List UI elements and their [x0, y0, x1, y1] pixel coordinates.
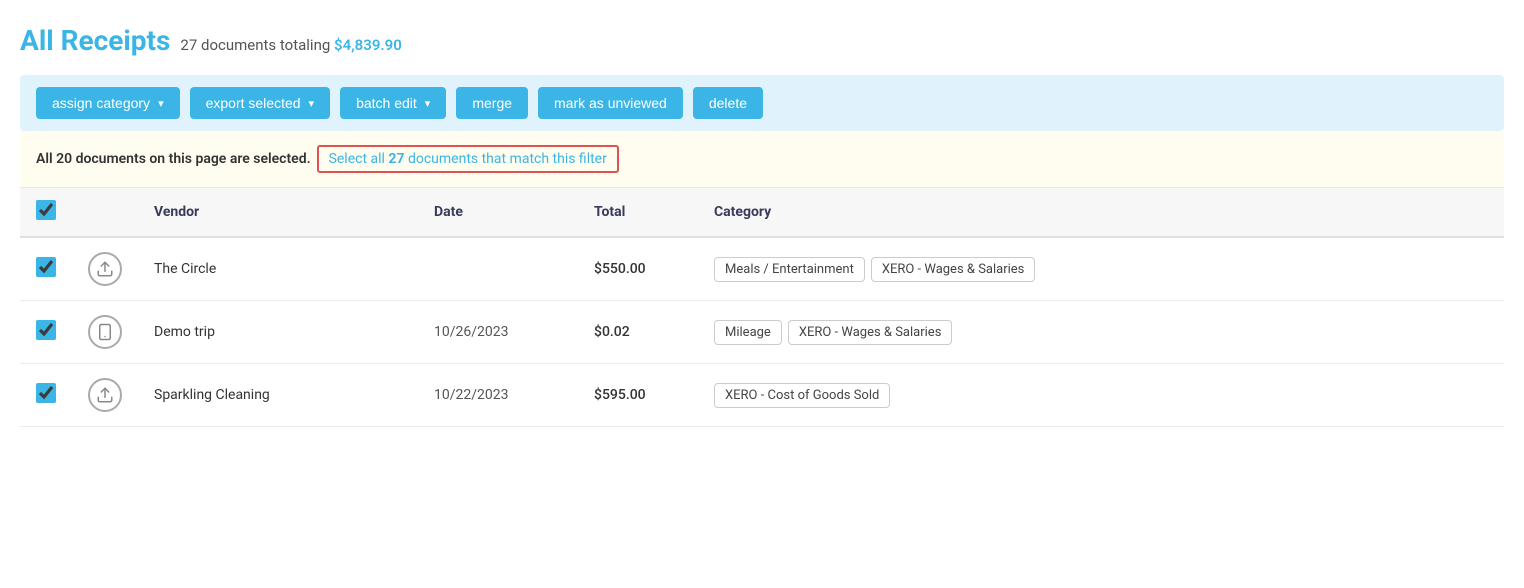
- table-row: Demo trip10/26/2023$0.02MileageXERO - Wa…: [20, 301, 1504, 364]
- row-icon-cell: [72, 301, 138, 364]
- row-checkbox-cell: [20, 364, 72, 427]
- total-amount: $4,839.90: [334, 36, 402, 54]
- row-2-checkbox[interactable]: [36, 383, 56, 403]
- row-checkbox-cell: [20, 237, 72, 301]
- category-tag[interactable]: XERO - Cost of Goods Sold: [714, 383, 890, 408]
- batch-edit-label: batch edit: [356, 95, 417, 111]
- page-header: All Receipts 27 documents totaling $4,83…: [20, 24, 1504, 57]
- category-tag[interactable]: Meals / Entertainment: [714, 257, 865, 282]
- upload-icon: [88, 252, 122, 286]
- row-date: [418, 237, 578, 301]
- selected-text: All 20 documents on this page are select…: [36, 151, 311, 167]
- select-all-count: 27: [388, 151, 404, 167]
- doc-label: documents totaling: [201, 36, 330, 54]
- row-categories: MileageXERO - Wages & Salaries: [698, 301, 1504, 364]
- mark-as-unviewed-button[interactable]: mark as unviewed: [538, 87, 683, 119]
- page-title: All Receipts: [20, 24, 170, 57]
- page-subtitle: 27 documents totaling $4,839.90: [180, 36, 401, 54]
- select-all-prefix: Select all: [329, 151, 389, 167]
- row-categories: XERO - Cost of Goods Sold: [698, 364, 1504, 427]
- row-checkbox-cell: [20, 301, 72, 364]
- row-date: 10/26/2023: [418, 301, 578, 364]
- doc-count: 27: [180, 36, 197, 54]
- row-total: $595.00: [578, 364, 698, 427]
- upload-icon: [88, 378, 122, 412]
- select-all-checkbox[interactable]: [36, 200, 56, 220]
- assign-category-dropdown-arrow: ▾: [158, 97, 164, 110]
- row-date: 10/22/2023: [418, 364, 578, 427]
- delete-label: delete: [709, 95, 747, 111]
- row-categories: Meals / EntertainmentXERO - Wages & Sala…: [698, 237, 1504, 301]
- merge-button[interactable]: merge: [456, 87, 528, 119]
- category-tag[interactable]: Mileage: [714, 320, 782, 345]
- table-row: Sparkling Cleaning10/22/2023$595.00 XERO …: [20, 364, 1504, 427]
- mark-as-unviewed-label: mark as unviewed: [554, 95, 667, 111]
- row-vendor[interactable]: The Circle: [138, 237, 418, 301]
- header-category: Category: [698, 188, 1504, 237]
- assign-category-button[interactable]: assign category ▾: [36, 87, 180, 119]
- row-total: $550.00: [578, 237, 698, 301]
- toolbar: assign category ▾ export selected ▾ batc…: [20, 75, 1504, 131]
- row-vendor[interactable]: Demo trip: [138, 301, 418, 364]
- export-selected-label: export selected: [206, 95, 301, 111]
- header-total: Total: [578, 188, 698, 237]
- header-vendor: Vendor: [138, 188, 418, 237]
- delete-button[interactable]: delete: [693, 87, 763, 119]
- header-date: Date: [418, 188, 578, 237]
- export-selected-button[interactable]: export selected ▾: [190, 87, 330, 119]
- assign-category-label: assign category: [52, 95, 150, 111]
- row-0-checkbox[interactable]: [36, 257, 56, 277]
- export-selected-dropdown-arrow: ▾: [309, 97, 315, 110]
- row-icon-cell: [72, 364, 138, 427]
- row-1-checkbox[interactable]: [36, 320, 56, 340]
- receipts-table: Vendor Date Total Category The Circle $55…: [20, 188, 1504, 427]
- merge-label: merge: [472, 95, 512, 111]
- row-icon-cell: [72, 237, 138, 301]
- header-checkbox-cell: [20, 188, 72, 237]
- phone-icon: [88, 315, 122, 349]
- select-all-suffix: documents that match this filter: [404, 151, 606, 167]
- header-icon-col: [72, 188, 138, 237]
- batch-edit-dropdown-arrow: ▾: [425, 97, 431, 110]
- category-tag[interactable]: XERO - Wages & Salaries: [871, 257, 1036, 282]
- table-header-row: Vendor Date Total Category: [20, 188, 1504, 237]
- row-total: $0.02: [578, 301, 698, 364]
- category-tag[interactable]: XERO - Wages & Salaries: [788, 320, 953, 345]
- table-row: The Circle$550.00Meals / EntertainmentXE…: [20, 237, 1504, 301]
- batch-edit-button[interactable]: batch edit ▾: [340, 87, 446, 119]
- select-all-link[interactable]: Select all 27 documents that match this …: [317, 145, 619, 173]
- selection-banner: All 20 documents on this page are select…: [20, 131, 1504, 188]
- row-vendor[interactable]: Sparkling Cleaning: [138, 364, 418, 427]
